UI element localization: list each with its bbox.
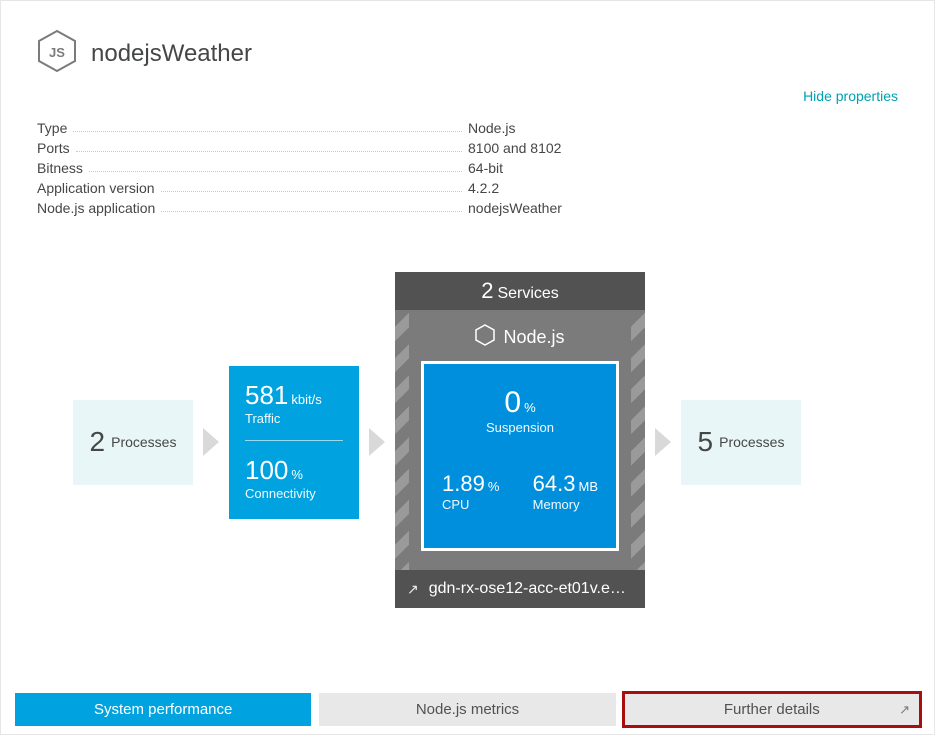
properties-table: Type Node.js Ports 8100 and 8102 Bitness…	[37, 120, 898, 216]
stripe-decoration	[631, 310, 645, 570]
arrow-right-icon	[369, 428, 385, 456]
property-row: Bitness 64-bit	[37, 160, 898, 176]
right-processes-tile[interactable]: 5 Processes	[681, 400, 801, 485]
property-value: 8100 and 8102	[468, 140, 898, 156]
tab-further-details-label: Further details	[724, 701, 820, 718]
tab-further-details[interactable]: Further details ↗	[624, 693, 920, 726]
memory-label: Memory	[533, 497, 598, 512]
node-title: Node.js	[503, 327, 564, 348]
process-flow: 2 Processes 581kbit/s Traffic 100% Conne…	[37, 272, 898, 612]
property-value: Node.js	[468, 120, 898, 136]
left-processes-count: 2	[90, 426, 106, 458]
suspension-unit: %	[524, 400, 536, 415]
services-count: 2	[481, 278, 493, 303]
property-row: Node.js application nodejsWeather	[37, 200, 898, 216]
hide-properties-link[interactable]: Hide properties	[803, 88, 898, 104]
suspension-value: 0	[504, 386, 521, 419]
property-value: nodejsWeather	[468, 200, 898, 216]
right-processes-count: 5	[698, 426, 714, 458]
nodejs-hex-icon: JS	[37, 29, 77, 78]
services-header: 2Services	[395, 272, 645, 310]
property-divider	[73, 131, 462, 132]
connectivity-value: 100	[245, 455, 288, 485]
tab-nodejs-metrics[interactable]: Node.js metrics	[319, 693, 615, 726]
connectivity-unit: %	[291, 467, 303, 482]
arrow-right-icon	[655, 428, 671, 456]
cpu-value: 1.89	[442, 471, 485, 496]
property-label: Application version	[37, 180, 155, 196]
property-label: Type	[37, 120, 67, 136]
property-row: Ports 8100 and 8102	[37, 140, 898, 156]
cpu-label: CPU	[442, 497, 499, 512]
left-processes-label: Processes	[111, 434, 176, 450]
property-divider	[76, 151, 462, 152]
suspension-label: Suspension	[442, 420, 598, 435]
external-link-icon: ↗	[899, 702, 910, 718]
app-title: nodejsWeather	[91, 40, 252, 68]
node-metrics-panel: 0% Suspension 1.89% CPU	[421, 361, 619, 551]
traffic-unit: kbit/s	[291, 392, 321, 407]
property-divider	[161, 211, 462, 212]
node-title-row: Node.js	[407, 320, 633, 361]
property-row: Application version 4.2.2	[37, 180, 898, 196]
traffic-value: 581	[245, 380, 288, 410]
property-label: Node.js application	[37, 200, 155, 216]
property-label: Bitness	[37, 160, 83, 176]
svg-text:JS: JS	[49, 45, 65, 60]
memory-unit: MB	[579, 479, 599, 494]
services-label: Services	[497, 285, 558, 302]
property-label: Ports	[37, 140, 70, 156]
tab-system-performance[interactable]: System performance	[15, 693, 311, 726]
node-card-body: Node.js 0% Suspension 1.89%	[395, 310, 645, 570]
property-divider	[89, 171, 462, 172]
right-processes-label: Processes	[719, 434, 784, 450]
traffic-label: Traffic	[245, 411, 343, 426]
host-footer[interactable]: ↗ gdn-rx-ose12-acc-et01v.e…	[395, 570, 645, 608]
traffic-tile[interactable]: 581kbit/s Traffic 100% Connectivity	[229, 366, 359, 519]
tile-divider	[245, 440, 343, 441]
property-row: Type Node.js	[37, 120, 898, 136]
arrow-right-icon	[203, 428, 219, 456]
node-card[interactable]: 2Services Node.js 0% Suspension	[395, 272, 645, 612]
hide-properties-row: Hide properties	[37, 88, 898, 106]
nodejs-small-icon	[475, 324, 495, 351]
left-processes-tile[interactable]: 2 Processes	[73, 400, 193, 485]
page-header: JS nodejsWeather	[37, 29, 898, 78]
property-divider	[161, 191, 462, 192]
stripe-decoration	[395, 310, 409, 570]
memory-value: 64.3	[533, 471, 576, 496]
property-value: 4.2.2	[468, 180, 898, 196]
cpu-unit: %	[488, 479, 500, 494]
tabs-row: System performance Node.js metrics Furth…	[15, 693, 920, 726]
host-name: gdn-rx-ose12-acc-et01v.e…	[429, 580, 626, 598]
external-link-icon: ↗	[407, 581, 419, 598]
property-value: 64-bit	[468, 160, 898, 176]
connectivity-label: Connectivity	[245, 486, 343, 501]
